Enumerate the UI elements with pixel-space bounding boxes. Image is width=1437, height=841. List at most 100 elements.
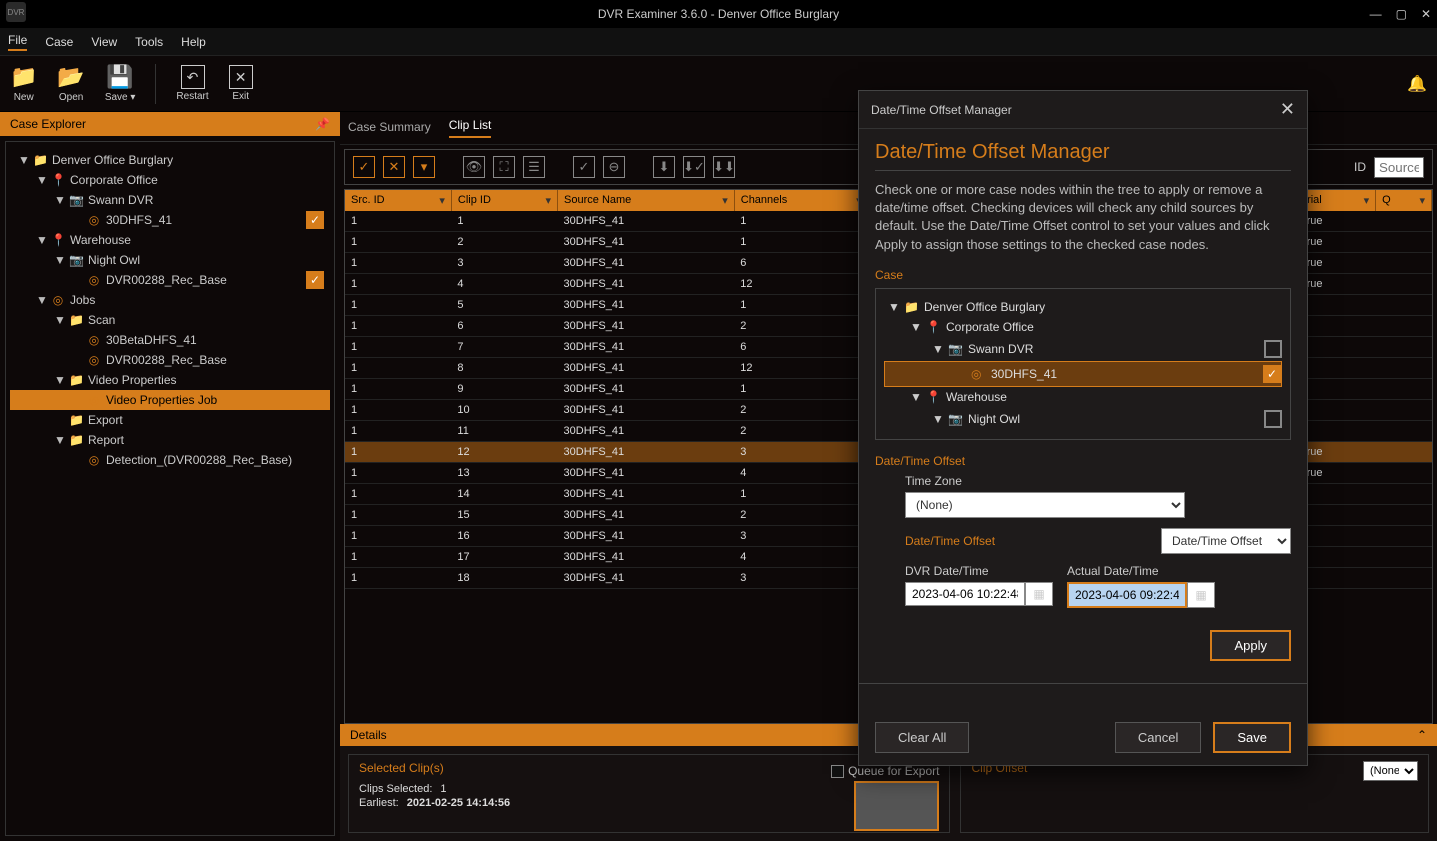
column-header[interactable]: Channels▾ xyxy=(734,190,868,211)
modal-tree-node[interactable]: ▼📍Corporate Office xyxy=(884,317,1282,337)
check-icon[interactable]: ✓ xyxy=(306,271,324,289)
tab-case-summary[interactable]: Case Summary xyxy=(348,120,431,138)
modal-tree-node[interactable]: ▼📷Swann DVR xyxy=(884,337,1282,361)
expand-icon[interactable]: ⛶ xyxy=(493,156,515,178)
checkbox-icon[interactable] xyxy=(831,765,844,778)
clear-all-button[interactable]: Clear All xyxy=(875,722,969,753)
tab-clip-list[interactable]: Clip List xyxy=(449,118,492,138)
checkbox-icon[interactable]: ✓ xyxy=(1263,365,1281,383)
menu-help[interactable]: Help xyxy=(181,35,206,49)
ribbon-restart[interactable]: ↶Restart xyxy=(176,65,208,102)
accept-icon[interactable]: ✓ xyxy=(573,156,595,178)
filter-icon[interactable]: ▾ xyxy=(1364,194,1370,207)
save-button[interactable]: Save xyxy=(1213,722,1291,753)
tree-node[interactable]: ◎DVR00288_Rec_Base✓ xyxy=(10,270,330,290)
column-header[interactable]: Clip ID▾ xyxy=(451,190,557,211)
download-all-icon[interactable]: ⬇⬇ xyxy=(713,156,735,178)
dvr-datetime-input[interactable] xyxy=(905,582,1025,606)
tree-node[interactable]: ▼◎Jobs xyxy=(10,290,330,310)
clip-offset-select[interactable]: (None) xyxy=(1363,761,1418,781)
tree-node[interactable]: ▼📷Swann DVR xyxy=(10,190,330,210)
case-tree[interactable]: ▼📁Denver Office Burglary▼📍Corporate Offi… xyxy=(5,141,335,836)
node-icon: 📍 xyxy=(51,173,65,187)
table-cell: 2 xyxy=(734,400,868,421)
tree-node[interactable]: ▼📁Report xyxy=(10,430,330,450)
tree-node[interactable]: ◎DVR00288_Rec_Base xyxy=(10,350,330,370)
node-label: Denver Office Burglary xyxy=(52,153,326,167)
modal-tree-node[interactable]: ◎30DHFS_41✓ xyxy=(884,361,1282,387)
list-icon[interactable]: ☰ xyxy=(523,156,545,178)
filter-icon[interactable]: ▾ xyxy=(546,194,552,207)
minimize-icon[interactable]: — xyxy=(1370,7,1382,21)
actual-datetime-input[interactable] xyxy=(1067,582,1187,608)
tree-node[interactable]: ▼📁Scan xyxy=(10,310,330,330)
minus-icon[interactable]: ⊖ xyxy=(603,156,625,178)
checkbox-icon[interactable] xyxy=(1264,410,1282,428)
ribbon-exit[interactable]: ✕Exit xyxy=(229,65,253,102)
table-cell: 1 xyxy=(345,505,451,526)
pin-icon[interactable]: 📌 xyxy=(315,117,330,131)
node-icon: ◎ xyxy=(87,353,101,367)
calendar-icon[interactable]: ▦ xyxy=(1187,582,1215,608)
chevron-up-icon[interactable]: ⌃ xyxy=(1417,728,1427,742)
download-check-icon[interactable]: ⬇✓ xyxy=(683,156,705,178)
check-icon[interactable]: ✓ xyxy=(306,211,324,229)
modal-case-tree[interactable]: ▼📁Denver Office Burglary▼📍Corporate Offi… xyxy=(875,288,1291,440)
checkbox-icon[interactable] xyxy=(1264,340,1282,358)
modal-tree-node[interactable]: ▼📷Night Owl xyxy=(884,407,1282,431)
offset-type-select[interactable]: Date/Time Offset xyxy=(1161,528,1291,554)
table-cell: 1 xyxy=(734,295,868,316)
eye-icon[interactable]: 👁 xyxy=(463,156,485,178)
node-label: 30DHFS_41 xyxy=(106,213,326,227)
table-cell: 30DHFS_41 xyxy=(558,232,735,253)
filter-icon[interactable]: ▾ xyxy=(439,194,445,207)
column-header[interactable]: Q▾ xyxy=(1376,190,1432,211)
notification-bell-icon[interactable]: 🔔 xyxy=(1407,74,1427,94)
tree-node[interactable]: ◎Detection_(DVR00288_Rec_Base) xyxy=(10,450,330,470)
uncheck-icon[interactable]: ✕ xyxy=(383,156,405,178)
column-header[interactable]: Src. ID▾ xyxy=(345,190,451,211)
tree-node[interactable]: ▼📷Night Owl xyxy=(10,250,330,270)
filter-icon[interactable]: ▾ xyxy=(1419,194,1425,207)
modal-tree-node[interactable]: ▼📍Warehouse xyxy=(884,387,1282,407)
close-icon[interactable]: ✕ xyxy=(1421,7,1431,21)
table-cell: 16 xyxy=(451,526,557,547)
timezone-select[interactable]: (None) xyxy=(905,492,1185,518)
tree-node[interactable]: 📁Export xyxy=(10,410,330,430)
tree-node[interactable]: ◎Video Properties Job xyxy=(10,390,330,410)
ribbon-open[interactable]: 📂Open xyxy=(57,64,84,103)
calendar-icon[interactable]: ▦ xyxy=(1025,582,1053,606)
exit-icon: ✕ xyxy=(229,65,253,89)
table-cell xyxy=(1376,337,1432,358)
download-icon[interactable]: ⬇ xyxy=(653,156,675,178)
tree-node[interactable]: ▼📁Video Properties xyxy=(10,370,330,390)
id-search-input[interactable] xyxy=(1374,157,1424,178)
tree-node[interactable]: ◎30DHFS_41✓ xyxy=(10,210,330,230)
filter-icon[interactable]: ▾ xyxy=(722,194,728,207)
node-icon: 📁 xyxy=(33,153,47,167)
table-cell: 30DHFS_41 xyxy=(558,421,735,442)
menu-view[interactable]: View xyxy=(91,35,117,49)
modal-tree-node[interactable]: ▼📁Denver Office Burglary xyxy=(884,297,1282,317)
tree-node[interactable]: ▼📁Denver Office Burglary xyxy=(10,150,330,170)
apply-button[interactable]: Apply xyxy=(1210,630,1291,661)
column-header[interactable]: Source Name▾ xyxy=(558,190,735,211)
menu-file[interactable]: File xyxy=(8,33,27,51)
node-label: Jobs xyxy=(70,293,326,307)
node-label: Report xyxy=(88,433,326,447)
tree-node[interactable]: ◎30BetaDHFS_41 xyxy=(10,330,330,350)
tree-node[interactable]: ▼📍Corporate Office xyxy=(10,170,330,190)
check-icon[interactable]: ✓ xyxy=(353,156,375,178)
ribbon-new[interactable]: 📁New xyxy=(10,64,37,103)
menu-case[interactable]: Case xyxy=(45,35,73,49)
cancel-button[interactable]: Cancel xyxy=(1115,722,1201,753)
modal-close-icon[interactable]: ✕ xyxy=(1280,99,1295,120)
table-cell: 30DHFS_41 xyxy=(558,211,735,232)
node-icon: ◎ xyxy=(87,333,101,347)
menu-tools[interactable]: Tools xyxy=(135,35,163,49)
ribbon-save[interactable]: 💾Save ▾ xyxy=(105,64,136,103)
filter-icon[interactable]: ▾ xyxy=(413,156,435,178)
maximize-icon[interactable]: ▢ xyxy=(1396,7,1407,21)
clip-thumbnail[interactable] xyxy=(854,781,939,831)
tree-node[interactable]: ▼📍Warehouse xyxy=(10,230,330,250)
